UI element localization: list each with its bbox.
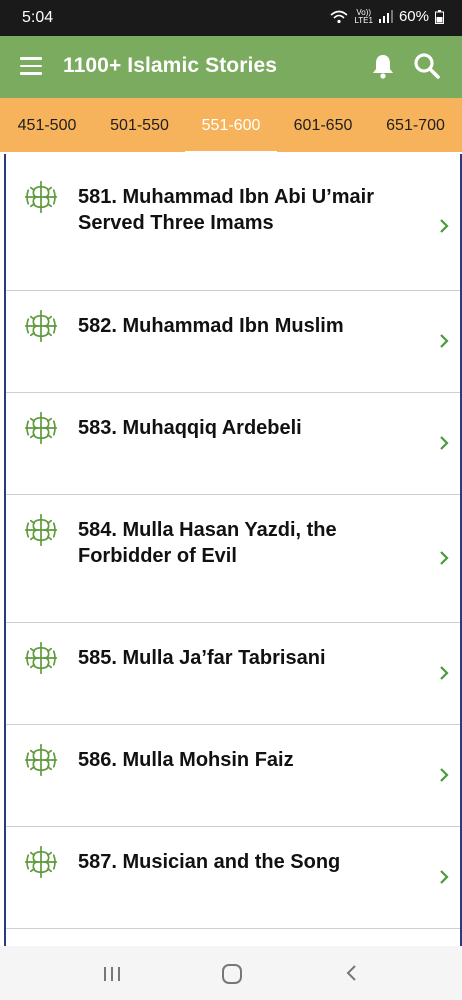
islamic-ornament-icon	[24, 309, 58, 343]
status-time: 5:04	[22, 9, 54, 26]
story-list-item[interactable]: 584. Mulla Hasan Yazdi, the Forbidder of…	[6, 495, 460, 623]
story-list-item[interactable]: 587. Musician and the Song	[6, 827, 460, 929]
islamic-ornament-icon	[24, 411, 58, 445]
system-nav-bar	[0, 946, 462, 1000]
chevron-right-icon	[440, 870, 449, 884]
story-list-item[interactable]: 582. Muhammad Ibn Muslim	[6, 291, 460, 393]
chevron-right-icon	[440, 334, 449, 348]
tab-651-700[interactable]: 651-700	[369, 98, 462, 152]
story-title: 585. Mulla Ja’far Tabrisani	[78, 647, 326, 669]
story-list-item[interactable]: 585. Mulla Ja’far Tabrisani	[6, 623, 460, 725]
islamic-ornament-icon	[24, 845, 58, 879]
search-icon[interactable]	[413, 52, 441, 80]
chevron-right-icon	[440, 666, 449, 680]
story-list-item[interactable]: 581. Muhammad Ibn Abi U’mair Served Thre…	[6, 154, 460, 291]
back-icon[interactable]	[344, 964, 358, 982]
tab-601-650[interactable]: 601-650	[277, 98, 369, 152]
battery-percent: 60%	[398, 8, 429, 25]
battery-icon	[435, 9, 444, 24]
islamic-ornament-icon	[24, 180, 58, 214]
chevron-right-icon	[440, 551, 449, 565]
bell-icon[interactable]	[371, 53, 395, 79]
story-title: 587. Musician and the Song	[78, 851, 341, 873]
islamic-ornament-icon	[24, 513, 58, 547]
story-title: 583. Muhaqqiq Ardebeli	[78, 417, 302, 439]
story-list[interactable]: 581. Muhammad Ibn Abi U’mair Served Thre…	[4, 154, 462, 946]
chevron-right-icon	[440, 768, 449, 782]
signal-icon	[378, 10, 393, 23]
story-list-item[interactable]: 583. Muhaqqiq Ardebeli	[6, 393, 460, 495]
chevron-right-icon	[440, 436, 449, 450]
status-indicators: Vo)) LTE1 60%	[330, 8, 444, 25]
app-title: 1100+ Islamic Stories	[63, 54, 277, 77]
tab-551-600[interactable]: 551-600	[185, 98, 277, 152]
chevron-right-icon	[440, 219, 449, 233]
story-list-item[interactable]: 586. Mulla Mohsin Faiz	[6, 725, 460, 827]
recent-apps-icon[interactable]	[103, 966, 121, 982]
hamburger-menu-icon[interactable]	[20, 57, 42, 75]
islamic-ornament-icon	[24, 641, 58, 675]
tab-451-500[interactable]: 451-500	[0, 98, 94, 152]
home-icon[interactable]	[221, 963, 243, 985]
tab-501-550[interactable]: 501-550	[94, 98, 185, 152]
app-bar: 1100+ Islamic Stories	[0, 36, 462, 98]
volte-indicator: Vo)) LTE1	[354, 7, 373, 25]
story-title: 584. Mulla Hasan Yazdi, the Forbidder of…	[78, 519, 337, 567]
story-title: 586. Mulla Mohsin Faiz	[78, 749, 294, 771]
range-tab-bar: 451-500 501-550 551-600 601-650 651-700	[0, 98, 462, 152]
story-title: 582. Muhammad Ibn Muslim	[78, 315, 344, 337]
story-title: 581. Muhammad Ibn Abi U’mair Served Thre…	[78, 186, 374, 234]
wifi-icon	[330, 10, 348, 23]
status-bar: 5:04 Vo)) LTE1 60%	[0, 0, 462, 36]
islamic-ornament-icon	[24, 743, 58, 777]
